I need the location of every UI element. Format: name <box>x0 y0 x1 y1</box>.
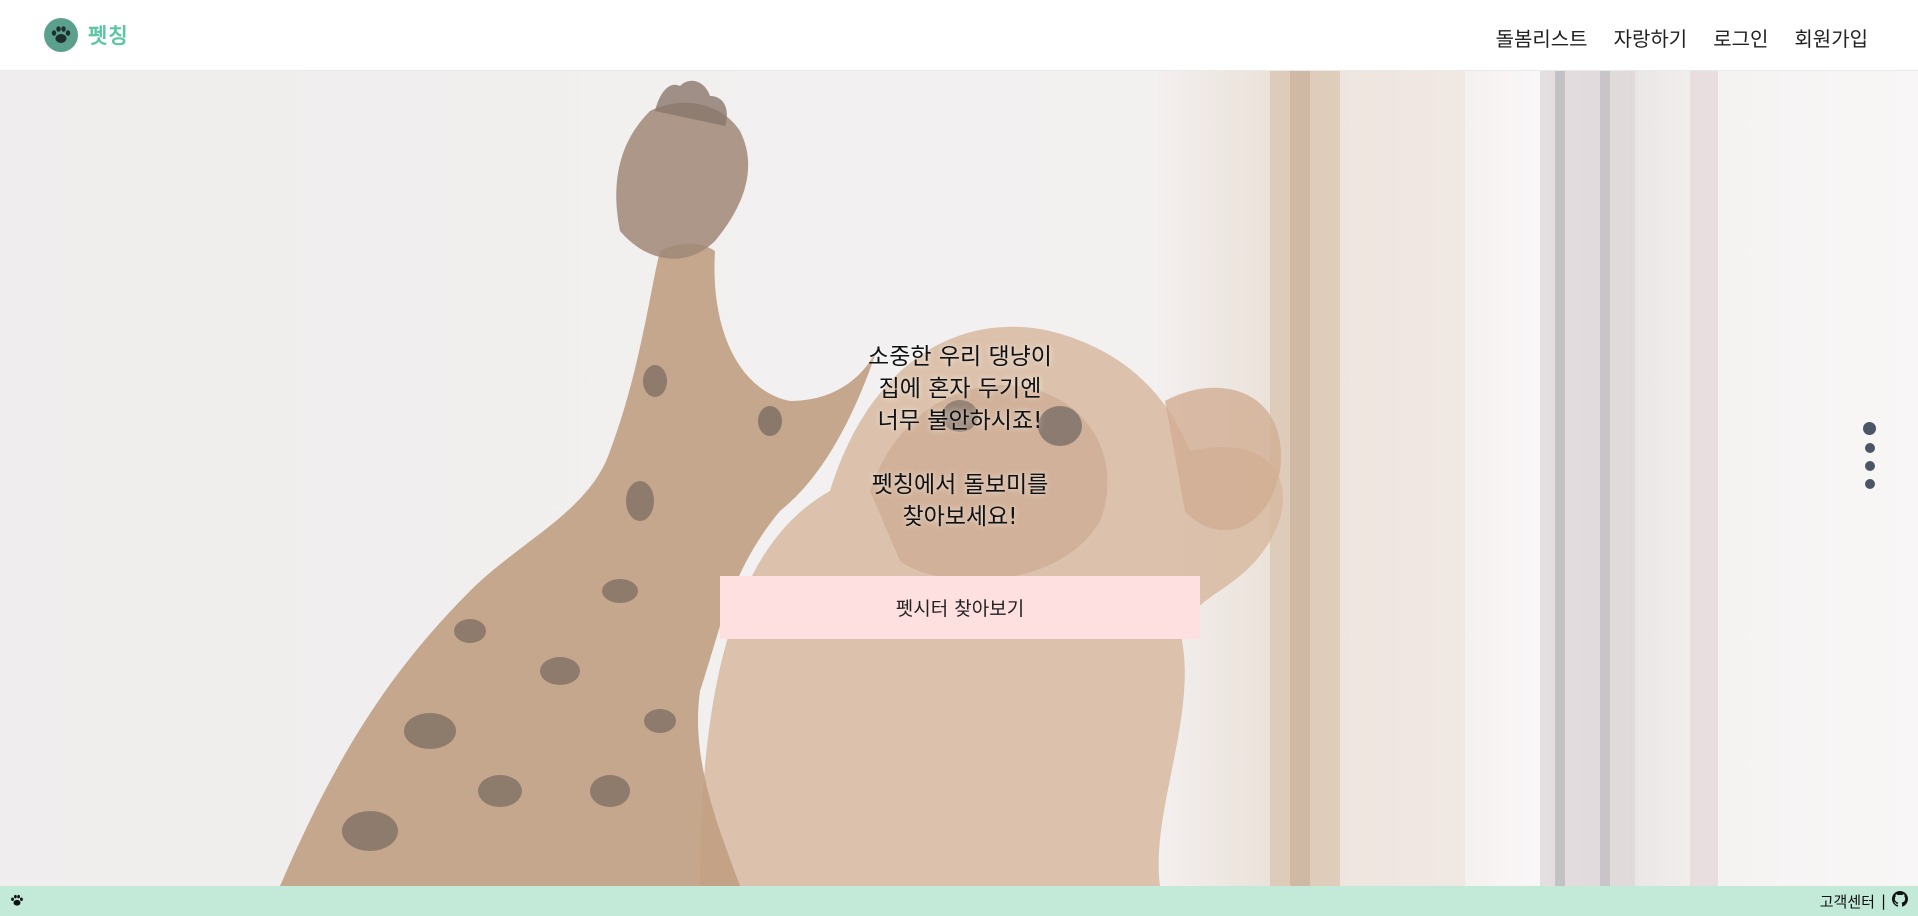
nav-care-list[interactable]: 돌봄리스트 <box>1496 23 1588 52</box>
hero-line: 너무 불안하시죠! <box>877 408 1043 434</box>
section-pager <box>1863 422 1876 489</box>
pager-dot-4[interactable] <box>1864 479 1875 489</box>
nav-show-off[interactable]: 자랑하기 <box>1614 23 1688 52</box>
hero-line: 집에 혼자 두기엔 <box>878 376 1042 402</box>
hero-headline: 소중한 우리 댕냥이 집에 혼자 두기엔 너무 불안하시죠! 펫칭에서 돌보미를… <box>660 341 1260 533</box>
find-petsitter-button[interactable]: 펫시터 찾아보기 <box>720 576 1200 639</box>
footer: 고객센터 | <box>0 886 1918 916</box>
hero-line: 펫칭에서 돌보미를 <box>871 472 1049 498</box>
pager-dot-3[interactable] <box>1864 461 1875 471</box>
pager-dot-2[interactable] <box>1864 443 1875 453</box>
footer-separator: | <box>1880 892 1886 910</box>
customer-center-link[interactable]: 고객센터 <box>1820 891 1875 912</box>
main-nav: 돌봄리스트 자랑하기 로그인 회원가입 <box>1496 23 1868 52</box>
top-header: 펫칭 돌봄리스트 자랑하기 로그인 회원가입 <box>0 0 1918 71</box>
pager-dot-1[interactable] <box>1863 422 1876 435</box>
github-icon[interactable] <box>1892 891 1908 911</box>
footer-links: 고객센터 | <box>1820 891 1908 912</box>
paw-icon <box>10 892 24 911</box>
hero-line: 소중한 우리 댕냥이 <box>868 344 1052 370</box>
brand-home-link[interactable]: 펫칭 <box>44 18 129 52</box>
nav-login[interactable]: 로그인 <box>1713 23 1768 52</box>
brand-name: 펫칭 <box>88 24 129 48</box>
hero-line: 찾아보세요! <box>902 504 1018 530</box>
hero-section: 소중한 우리 댕냥이 집에 혼자 두기엔 너무 불안하시죠! 펫칭에서 돌보미를… <box>0 71 1918 886</box>
paw-icon <box>44 18 78 52</box>
nav-signup[interactable]: 회원가입 <box>1794 23 1868 52</box>
